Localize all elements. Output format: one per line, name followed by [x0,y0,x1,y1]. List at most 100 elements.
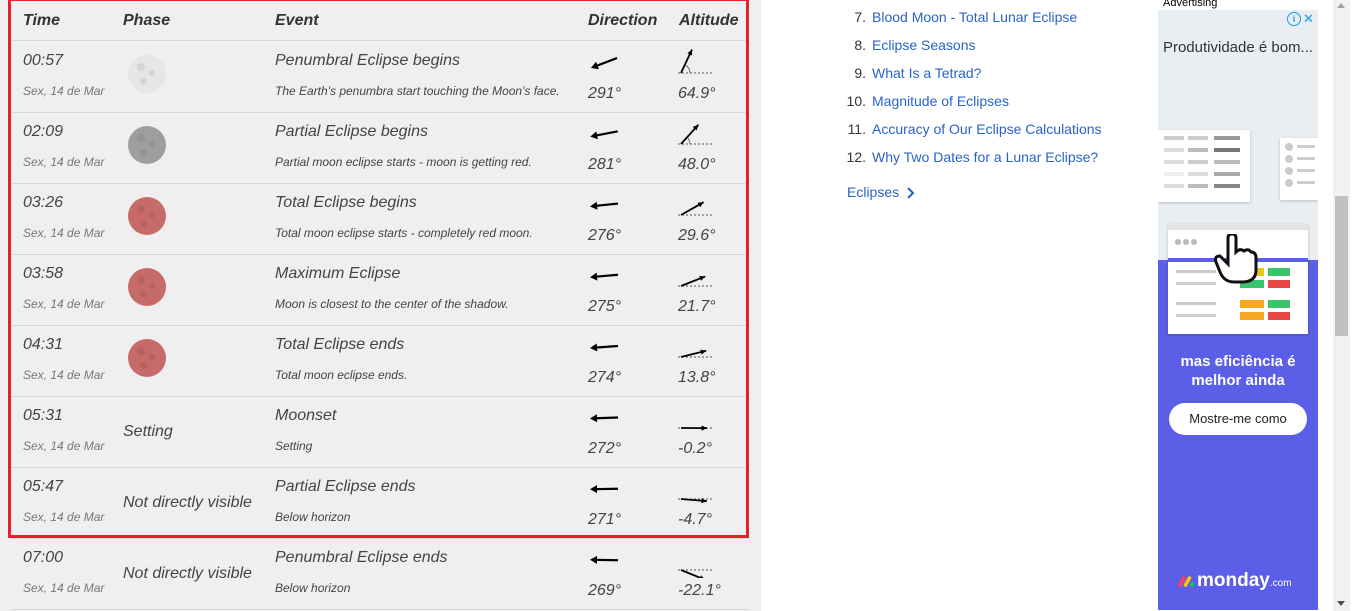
vertical-scrollbar[interactable] [1333,0,1350,611]
altitude-arrow-icon [678,349,714,358]
ad-bottom-panel: mas eficiência é melhor ainda Mostre-me … [1158,224,1318,610]
monday-logo: monday.com [1178,570,1292,592]
monday-brand-suffix: .com [1269,578,1292,589]
table-row: 07:00 Sex, 14 de Mar Not directly visible P… [12,538,749,610]
event-date: Sex, 14 de Mar [23,510,105,524]
scroll-down-arrow-icon[interactable] [1337,601,1345,606]
altitude-value: 64.9° [678,85,716,102]
header-direction: Direction [588,12,658,29]
direction-value: 272° [588,440,622,457]
event-time: 00:57 [23,52,64,69]
direction-arrow-icon [590,414,619,423]
toc-item-number: 7. [854,9,866,25]
altitude-value: -22.1° [678,582,721,599]
toc-item-link[interactable]: What Is a Tetrad? [872,65,981,81]
event-date: Sex, 14 de Mar [23,297,105,311]
direction-arrow-icon [590,555,619,564]
altitude-arrow-icon [678,498,714,504]
eclipses-link[interactable]: Eclipses [847,184,899,200]
altitude-value: -0.2° [678,440,712,457]
direction-arrow-icon [590,485,619,494]
chevron-right-icon[interactable] [904,184,918,202]
toc-item[interactable]: 12. Why Two Dates for a Lunar Eclipse? [840,149,1099,169]
table-row: 03:26 Sex, 14 de Mar Total Eclipse begins T… [12,183,749,255]
altitude-arrow-icon [678,49,714,74]
table-row: 02:09 Sex, 14 de Mar Partial Eclipse begin… [12,112,749,184]
altitude-value: 29.6° [678,227,716,244]
altitude-arrow-icon [678,124,714,145]
event-name: Moonset [275,407,337,424]
ad-mockup-table-image [1158,130,1250,202]
toc-item-number: 11. [847,121,866,137]
direction-arrow-icon [590,272,619,281]
altitude-arrow-icon [678,201,714,216]
scrollbar-thumb[interactable] [1335,196,1348,336]
event-date: Sex, 14 de Mar [23,155,105,169]
ad-subline: mas eficiência é melhor ainda [1180,353,1296,389]
event-date: Sex, 14 de Mar [23,368,105,382]
event-date: Sex, 14 de Mar [23,84,105,98]
event-name: Partial Eclipse ends [275,478,416,495]
toc-item[interactable]: 9. What Is a Tetrad? [840,65,981,85]
scroll-up-arrow-icon[interactable] [1337,3,1345,8]
toc-item[interactable]: 11. Accuracy of Our Eclipse Calculations [840,121,1102,141]
ad-info-icon[interactable]: i [1287,12,1301,26]
event-time: 03:26 [23,194,64,211]
event-description: Setting [275,439,313,453]
direction-value: 276° [588,227,622,244]
table-row: 00:57 Sex, 14 de Mar Penumbral Eclipse beg… [12,41,749,113]
direction-arrow-icon [590,56,618,70]
direction-value: 281° [588,156,622,173]
red-moon-icon [128,268,166,306]
toc-item-link[interactable]: Blood Moon - Total Lunar Eclipse [872,9,1077,25]
direction-value: 274° [588,369,622,386]
event-name: Penumbral Eclipse ends [275,549,448,566]
table-row: 05:31 Sex, 14 de Mar Setting Moonset Setting… [12,396,749,468]
table-row: 05:47 Sex, 14 de Mar Not directly visible P… [12,467,749,539]
monday-logo-icon [1178,576,1194,587]
toc-item-link[interactable]: Magnitude of Eclipses [872,93,1009,109]
altitude-arrow-icon [678,425,714,431]
toc-item[interactable]: 10. Magnitude of Eclipses [840,93,1009,113]
toc-item-number: 12. [846,149,866,165]
direction-value: 291° [588,85,622,102]
header-altitude: Altitude [679,12,739,29]
altitude-arrow-icon [678,569,714,578]
toc-item[interactable]: 8. Eclipse Seasons [840,37,976,57]
ad-mockup-table-graphic [1164,136,1240,188]
toc-item[interactable]: 7. Blood Moon - Total Lunar Eclipse [840,9,1077,29]
eclipse-timeline-panel: Time Phase Event Direction Altitude 00:5… [0,0,761,611]
ad-cta-button[interactable]: Mostre-me como [1169,403,1307,435]
event-name: Total Eclipse begins [275,194,417,211]
hand-cursor-icon [1214,234,1258,284]
event-description: Total moon eclipse starts - completely r… [275,226,533,240]
partial-moon-icon [128,126,166,164]
advertisement[interactable]: i ✕ Produtividade é bom... mas eficiênci… [1158,10,1318,610]
event-name: Total Eclipse ends [275,336,405,353]
toc-item-link[interactable]: Accuracy of Our Eclipse Calculations [872,121,1102,137]
toc-item-number: 9. [854,65,866,81]
red-moon-icon [128,197,166,235]
phase-text: Not directly visible [123,565,252,582]
event-description: Partial moon eclipse starts - moon is ge… [275,155,532,169]
event-time: 04:31 [23,336,64,353]
toc-item-link[interactable]: Why Two Dates for a Lunar Eclipse? [872,149,1098,165]
event-date: Sex, 14 de Mar [23,581,105,595]
event-name: Maximum Eclipse [275,265,401,282]
header-event: Event [275,12,319,29]
altitude-value: 13.8° [678,369,716,386]
toc-item-number: 10. [846,93,866,109]
direction-arrow-icon [590,201,619,210]
phase-text: Not directly visible [123,494,252,511]
altitude-arrow-icon [678,275,714,287]
phase-text: Setting [123,423,173,440]
event-name: Partial Eclipse begins [275,123,428,140]
table-row: 03:58 Sex, 14 de Mar Maximum Eclipse Moon i… [12,254,749,326]
event-description: Total moon eclipse ends. [275,368,408,382]
event-date: Sex, 14 de Mar [23,439,105,453]
toc-item-link[interactable]: Eclipse Seasons [872,37,976,53]
ad-close-icon[interactable]: ✕ [1303,11,1314,27]
table-row: 04:31 Sex, 14 de Mar Total Eclipse ends Tot… [12,325,749,397]
ad-mockup-checklist-image [1280,138,1318,200]
event-description: Below horizon [275,510,351,524]
